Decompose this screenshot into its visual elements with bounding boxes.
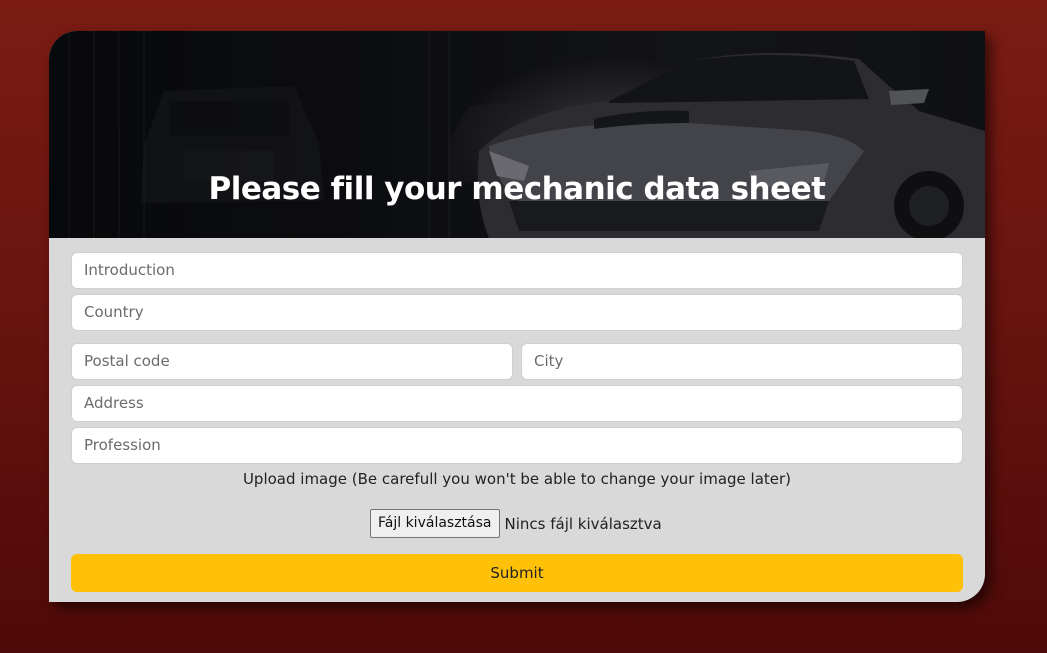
file-upload-row: Fájl kiválasztása Nincs fájl kiválasztva (370, 509, 662, 538)
country-input[interactable]: Country (71, 294, 963, 331)
postal-code-input[interactable]: Postal code (71, 343, 513, 380)
file-status-text: Nincs fájl kiválasztva (504, 514, 662, 533)
hero-banner: Please fill your mechanic data sheet (49, 31, 985, 238)
page-title: Please fill your mechanic data sheet (208, 171, 826, 207)
submit-button[interactable]: Submit (71, 554, 963, 592)
choose-file-button[interactable]: Fájl kiválasztása (370, 509, 500, 538)
city-input[interactable]: City (521, 343, 963, 380)
profession-input[interactable]: Profession (71, 427, 963, 464)
upload-image-label: Upload image (Be carefull you won't be a… (242, 470, 792, 488)
address-input[interactable]: Address (71, 385, 963, 422)
introduction-input[interactable]: Introduction (71, 252, 963, 289)
